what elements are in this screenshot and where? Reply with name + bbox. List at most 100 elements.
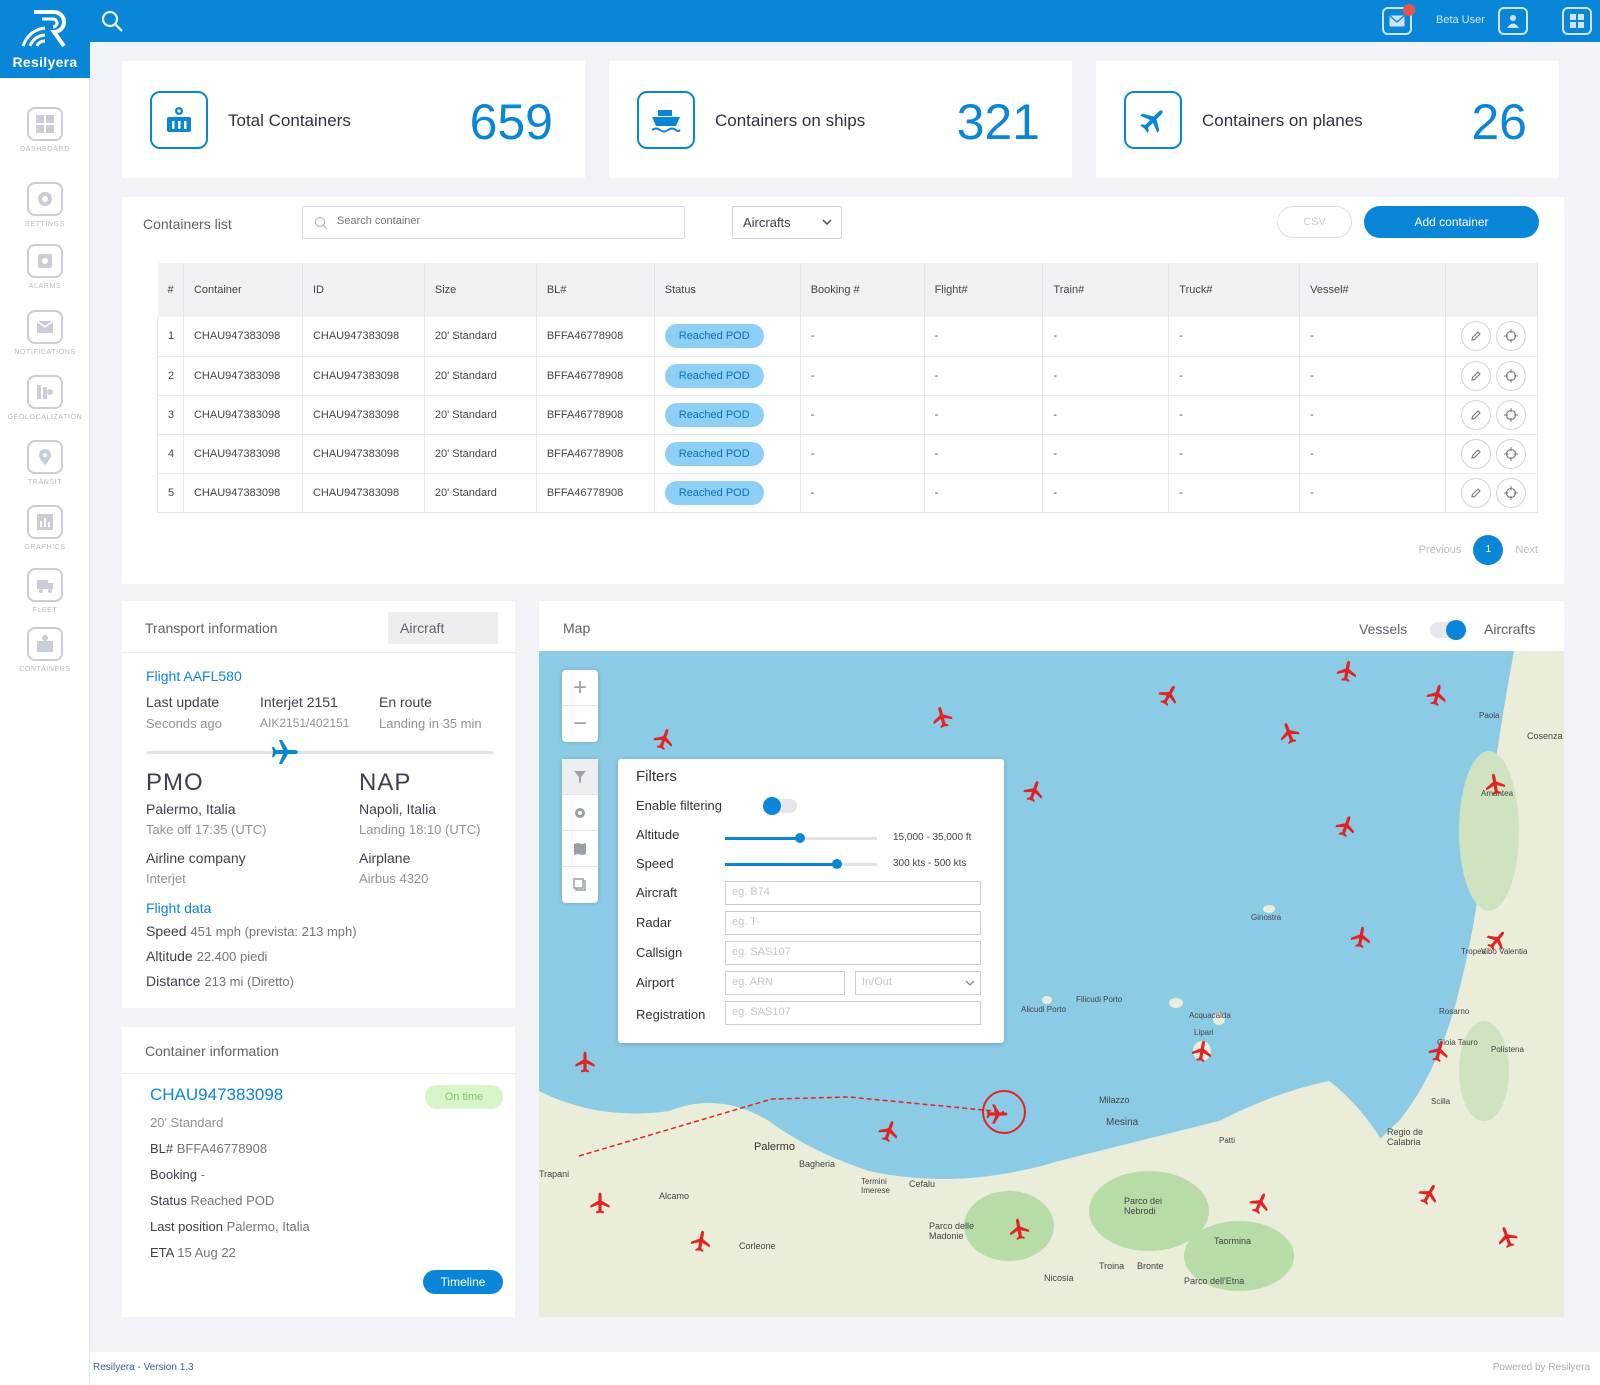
zoom-out-button[interactable]: −	[562, 706, 598, 742]
zoom-in-button[interactable]: +	[562, 670, 598, 706]
stat-card-planes: Containers on planes 26	[1096, 61, 1559, 178]
table-row[interactable]: 2 CHAU947383098 CHAU947383098 20' Standa…	[157, 356, 1539, 396]
vessels-aircrafts-toggle[interactable]	[1430, 620, 1466, 640]
table-row[interactable]: 1 CHAU947383098 CHAU947383098 20' Standa…	[157, 317, 1539, 357]
aircraft-filter-input[interactable]: eg. B74	[725, 881, 981, 905]
sidebar-item-dashboard[interactable]: DASHBOARD	[0, 107, 90, 153]
table-row[interactable]: 3 CHAU947383098 CHAU947383098 20' Standa…	[157, 395, 1539, 435]
next-page-link[interactable]: Next	[1515, 544, 1538, 556]
table-row[interactable]: 5 CHAU947383098 CHAU947383098 20' Standa…	[157, 473, 1539, 513]
column-header[interactable]: Booking #	[800, 263, 925, 317]
locate-button[interactable]	[1495, 399, 1526, 430]
container-code[interactable]: CHAU947383098	[150, 1085, 283, 1105]
add-container-button[interactable]: Add container	[1364, 206, 1539, 238]
sidebar-item-graphics[interactable]: GRAPHICS	[0, 505, 90, 551]
messages-button[interactable]	[1382, 4, 1415, 35]
edit-button[interactable]	[1460, 321, 1491, 352]
aircraft-marker[interactable]	[930, 705, 954, 729]
aircraft-marker[interactable]	[1007, 1217, 1031, 1241]
map-view[interactable]: Palermo Mesina Milazzo Bagheria Alcamo T…	[539, 651, 1564, 1317]
cell-vessel: -	[1299, 434, 1446, 474]
edit-button[interactable]	[1460, 399, 1491, 430]
transport-mode-tag[interactable]: Aircraft	[388, 612, 498, 644]
sidebar-item-fleet[interactable]: FLEET	[0, 568, 90, 614]
search-icon[interactable]	[100, 9, 124, 33]
airport-direction-select[interactable]: In/Out	[855, 971, 981, 995]
aircraft-marker[interactable]	[588, 1191, 612, 1215]
column-header[interactable]: ID	[302, 263, 425, 317]
table-row[interactable]: 4 CHAU947383098 CHAU947383098 20' Standa…	[157, 434, 1539, 474]
aircraft-marker[interactable]	[573, 1050, 597, 1074]
filter-tool-button[interactable]	[562, 759, 598, 795]
locate-button[interactable]	[1495, 321, 1526, 352]
edit-button[interactable]	[1460, 438, 1491, 469]
altitude-slider[interactable]	[725, 833, 877, 843]
sidebar-item-transit[interactable]: TRANSIT	[0, 440, 90, 486]
aircraft-marker[interactable]	[1157, 683, 1181, 707]
enable-filtering-toggle[interactable]	[763, 797, 797, 815]
column-header[interactable]: Vessel#	[1299, 263, 1446, 317]
aircraft-marker[interactable]	[1335, 659, 1359, 683]
radar-filter-input[interactable]: eg. T-	[725, 911, 981, 935]
edit-button[interactable]	[1460, 360, 1491, 391]
slider-handle[interactable]	[795, 833, 805, 843]
callsign-filter-input[interactable]: eg. SAS107	[725, 941, 981, 965]
aircraft-marker[interactable]	[1485, 928, 1509, 952]
selected-aircraft-marker[interactable]	[985, 1102, 1009, 1126]
column-header[interactable]: Flight#	[924, 263, 1044, 317]
user-name[interactable]: Beta User	[1436, 14, 1485, 26]
speed-slider[interactable]	[725, 859, 877, 869]
flight-code[interactable]: Flight AAFL580	[146, 668, 242, 684]
locate-button[interactable]	[1495, 438, 1526, 469]
cell-index: 2	[157, 356, 184, 396]
aircraft-marker[interactable]	[1417, 1182, 1441, 1206]
search-container-input[interactable]	[337, 215, 667, 227]
timeline-button[interactable]: Timeline	[423, 1270, 503, 1294]
logo[interactable]: Resilyera	[0, 0, 90, 78]
page-1-button[interactable]: 1	[1473, 535, 1504, 565]
aircraft-marker[interactable]	[1277, 721, 1301, 745]
copy-tool-button[interactable]	[562, 867, 598, 903]
aircraft-marker[interactable]	[877, 1119, 901, 1143]
column-header[interactable]: Status	[654, 263, 801, 317]
aircrafts-toggle-label[interactable]: Aircrafts	[1484, 621, 1535, 637]
aircraft-marker[interactable]	[1427, 1039, 1451, 1063]
status-label: Status	[150, 1193, 187, 1208]
aircraft-marker[interactable]	[1425, 683, 1449, 707]
vessels-toggle-label[interactable]: Vessels	[1359, 621, 1407, 637]
aircraft-marker[interactable]	[1349, 925, 1373, 949]
column-header[interactable]: Train#	[1042, 263, 1170, 317]
previous-page-link[interactable]: Previous	[1419, 544, 1462, 556]
column-header[interactable]: BL#	[536, 263, 655, 317]
settings-tool-button[interactable]	[562, 795, 598, 831]
slider-handle[interactable]	[832, 859, 842, 869]
column-header[interactable]: Container	[183, 263, 303, 317]
altitude-label: Altitude	[636, 827, 680, 842]
aircraft-marker[interactable]	[689, 1229, 713, 1253]
transport-type-select[interactable]: Aircrafts	[732, 206, 842, 239]
registration-filter-input[interactable]: eg. SAS107	[725, 1001, 981, 1025]
locate-button[interactable]	[1495, 477, 1526, 508]
user-avatar-button[interactable]	[1498, 7, 1528, 35]
search-container-field[interactable]	[302, 206, 685, 239]
apps-button[interactable]	[1562, 7, 1592, 35]
aircraft-marker[interactable]	[1483, 772, 1507, 796]
map-layer-button[interactable]	[562, 831, 598, 867]
column-header[interactable]: Truck#	[1168, 263, 1301, 317]
sidebar-item-geolocalization[interactable]: GEOLOCALIZATION	[0, 375, 90, 421]
sidebar-item-alarms[interactable]: ALARMS	[0, 244, 90, 290]
sidebar-item-notifications[interactable]: NOTIFICATIONS	[0, 310, 90, 356]
aircraft-marker[interactable]	[1334, 814, 1358, 838]
aircraft-marker[interactable]	[1022, 779, 1046, 803]
aircraft-marker[interactable]	[1248, 1191, 1272, 1215]
locate-button[interactable]	[1495, 360, 1526, 391]
csv-button[interactable]: CSV	[1277, 206, 1352, 238]
aircraft-marker[interactable]	[652, 727, 676, 751]
aircraft-marker[interactable]	[1495, 1225, 1519, 1249]
column-header[interactable]: Size	[424, 263, 537, 317]
airport-filter-input[interactable]: eg. ARN	[725, 971, 845, 995]
edit-button[interactable]	[1460, 477, 1491, 508]
aircraft-marker[interactable]	[1190, 1039, 1214, 1063]
sidebar-item-settings[interactable]: SETTINGS	[0, 182, 90, 228]
sidebar-item-containers[interactable]: CONTAINERS	[0, 627, 90, 673]
